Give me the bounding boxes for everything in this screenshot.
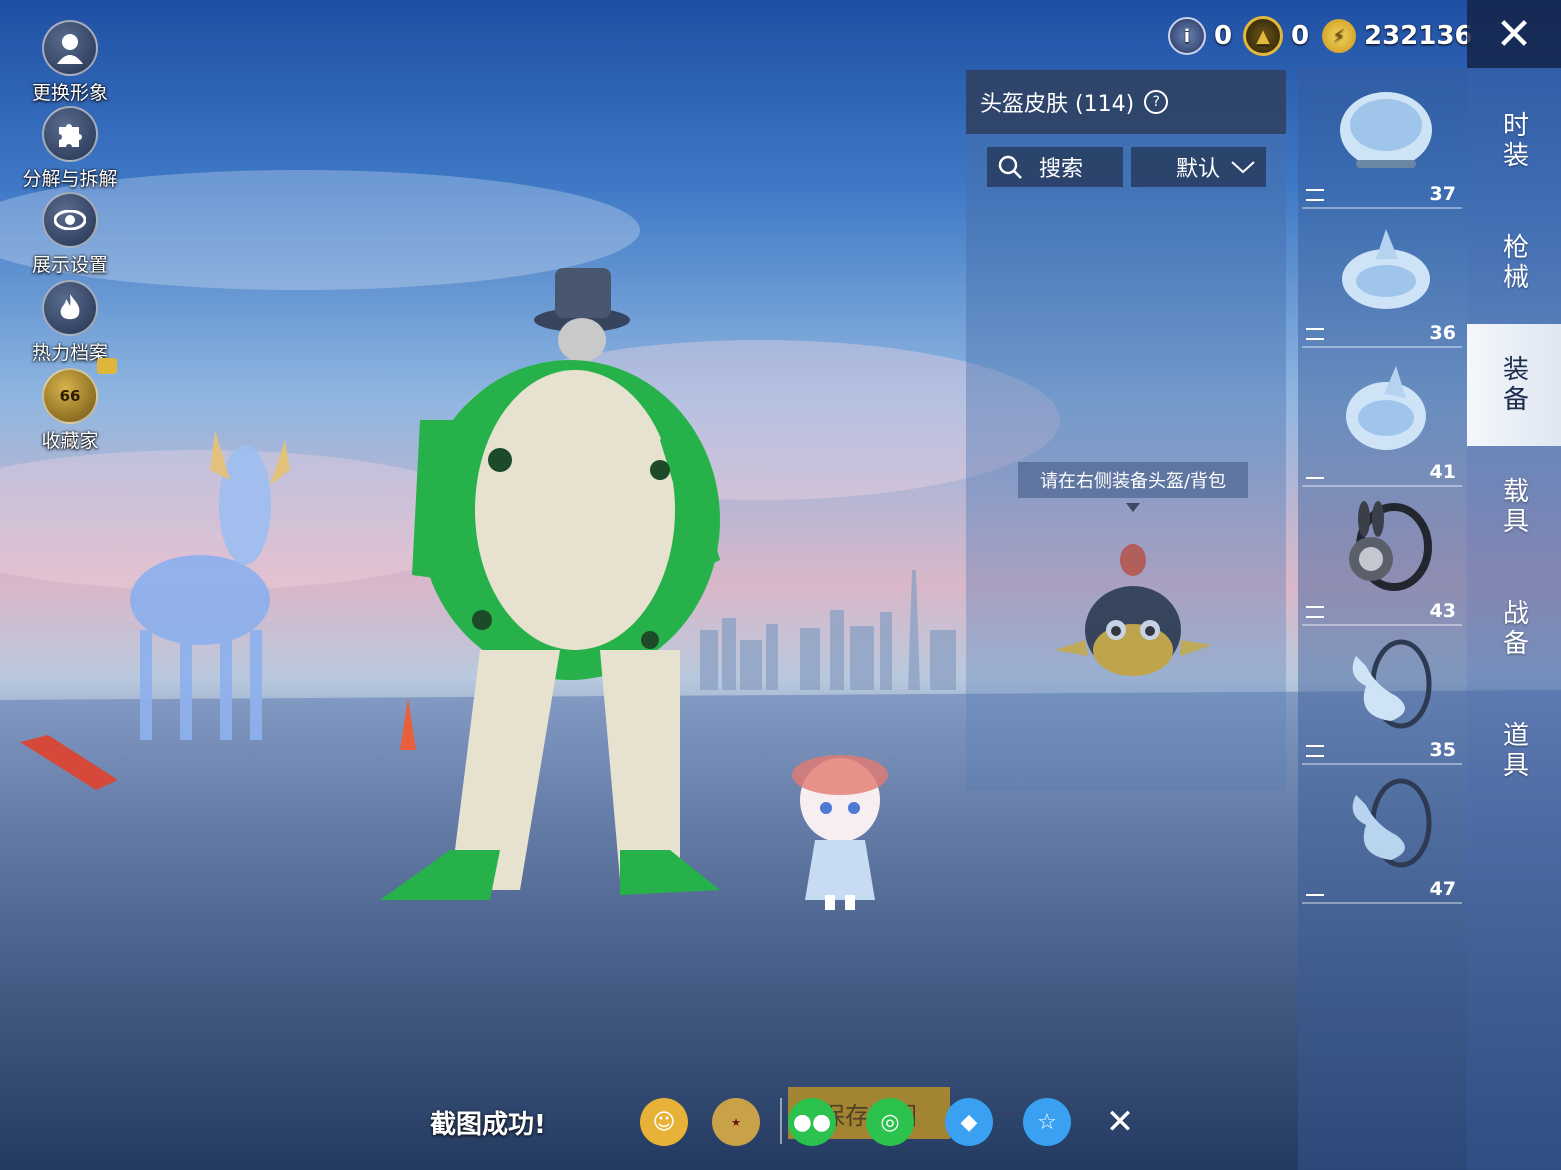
equip-hint-tooltip: 请在右侧装备头盔/背包 xyxy=(1018,462,1248,498)
close-icon: ✕ xyxy=(1495,8,1533,60)
item-count: 37 xyxy=(1429,183,1456,205)
share-qq-button[interactable]: ◆ xyxy=(945,1098,993,1146)
share-qzone-button[interactable]: ☆ xyxy=(1023,1098,1071,1146)
item-backpack-swan-1[interactable]: 35 xyxy=(1302,626,1462,765)
currency-token: ⅰ 0 xyxy=(1168,14,1232,58)
peace-elite-icon: ★ xyxy=(731,1115,741,1129)
drag-handle[interactable] xyxy=(1306,477,1324,479)
tab-fashion[interactable]: 时装 xyxy=(1467,80,1561,202)
drag-handle[interactable] xyxy=(1306,328,1324,340)
category-tabs: 时装 枪械 装备 载具 战备 道具 xyxy=(1467,68,1561,1170)
heat-archive-button[interactable]: 热力档案 xyxy=(18,280,122,365)
search-button[interactable]: 搜索 xyxy=(987,147,1123,187)
tab-label: 战备 xyxy=(1498,599,1529,659)
ice-helmet-icon xyxy=(1340,92,1432,168)
puzzle-icon xyxy=(42,106,98,162)
friends-icon: ☺ xyxy=(652,1109,676,1135)
tab-combat-gear[interactable]: 战备 xyxy=(1467,568,1561,690)
currency-uc: ⚡ 232136 xyxy=(1322,14,1473,58)
collector-label: 收藏家 xyxy=(41,430,99,452)
item-helmet-ice-3[interactable]: 41 xyxy=(1302,348,1462,487)
wechat-icon: ●● xyxy=(792,1109,832,1135)
item-helmet-ice-1[interactable]: 37 xyxy=(1302,70,1462,209)
share-friends-button[interactable]: ☺ xyxy=(640,1098,688,1146)
close-icon: ✕ xyxy=(1105,1102,1135,1142)
panel-title: 头盔皮肤 (114) xyxy=(980,92,1135,117)
item-helmet-ice-2[interactable]: 36 xyxy=(1302,209,1462,348)
tab-vehicles[interactable]: 载具 xyxy=(1467,446,1561,568)
swan-backpack-icon xyxy=(1352,639,1432,729)
collector-level: 66 xyxy=(59,387,81,405)
tab-label: 时装 xyxy=(1498,111,1529,171)
tab-weapons[interactable]: 枪械 xyxy=(1467,202,1561,324)
close-share-button[interactable]: ✕ xyxy=(1096,1098,1144,1146)
token-value: 0 xyxy=(1214,21,1233,51)
drag-handle[interactable] xyxy=(1306,189,1324,201)
close-button[interactable]: ✕ xyxy=(1467,0,1561,68)
search-icon xyxy=(998,155,1022,179)
drag-handle[interactable] xyxy=(1306,894,1324,896)
swan-backpack-icon xyxy=(1352,778,1432,868)
gift-icon[interactable] xyxy=(97,358,117,374)
change-avatar-button[interactable]: 更换形象 xyxy=(18,20,122,105)
uc-value: 232136 xyxy=(1364,21,1473,51)
search-label: 搜索 xyxy=(1039,157,1084,182)
tab-props[interactable]: 道具 xyxy=(1467,690,1561,812)
collector-button[interactable]: 66 收藏家 xyxy=(18,368,122,453)
gold-value: 0 xyxy=(1291,21,1310,51)
help-icon[interactable]: ? xyxy=(1144,90,1169,114)
qq-icon: ◆ xyxy=(960,1109,978,1135)
eye-icon xyxy=(42,192,98,248)
collector-badge-icon: 66 xyxy=(42,368,98,424)
item-backpack-swan-2[interactable]: 47 xyxy=(1302,765,1462,904)
drag-handle[interactable] xyxy=(1306,606,1324,618)
uc-icon: ⚡ xyxy=(1322,19,1356,53)
item-backpack-bunny[interactable]: 43 xyxy=(1302,487,1462,626)
item-count: 47 xyxy=(1429,878,1456,900)
sort-dropdown[interactable]: 默认 xyxy=(1131,147,1266,187)
item-count: 43 xyxy=(1429,600,1456,622)
share-divider xyxy=(780,1098,782,1144)
tab-equipment[interactable]: 装备 xyxy=(1467,324,1561,446)
token-icon: ⅰ xyxy=(1168,17,1206,55)
decompose-label: 分解与拆解 xyxy=(22,168,118,190)
sort-label: 默认 xyxy=(1175,157,1220,182)
shark-helmet-icon xyxy=(1342,229,1430,309)
tab-label: 枪械 xyxy=(1498,233,1529,293)
item-count: 41 xyxy=(1429,461,1456,483)
change-avatar-label: 更换形象 xyxy=(31,82,108,104)
panel-header: 头盔皮肤 (114) ? xyxy=(966,70,1286,134)
display-settings-button[interactable]: 展示设置 xyxy=(18,192,122,277)
gold-coin-icon: ▲ xyxy=(1243,16,1283,56)
share-peace-elite-button[interactable]: ★ xyxy=(712,1098,760,1146)
tab-label: 装备 xyxy=(1498,355,1529,415)
share-moments-button[interactable]: ◎ xyxy=(866,1098,914,1146)
tab-label: 载具 xyxy=(1498,477,1529,537)
tooltip-arrow xyxy=(1126,503,1140,512)
share-wechat-button[interactable]: ●● xyxy=(788,1098,836,1146)
item-list: 37 36 41 43 35 47 xyxy=(1298,68,1467,1170)
crystal-helmet-icon xyxy=(1346,366,1426,450)
currency-gold: ▲ 0 xyxy=(1243,14,1309,58)
qzone-icon: ☆ xyxy=(1037,1109,1057,1135)
tab-label: 道具 xyxy=(1498,721,1529,781)
moments-icon: ◎ xyxy=(880,1109,900,1135)
item-count: 35 xyxy=(1429,739,1456,761)
chevron-down-icon xyxy=(1231,161,1255,174)
flame-icon xyxy=(42,280,98,336)
avatar-icon xyxy=(42,20,98,76)
equip-hint-text: 请在右侧装备头盔/背包 xyxy=(1039,471,1227,492)
screenshot-toast: 截图成功! xyxy=(430,1110,546,1140)
decompose-button[interactable]: 分解与拆解 xyxy=(18,106,122,191)
bunny-backpack-icon xyxy=(1349,501,1432,591)
display-settings-label: 展示设置 xyxy=(31,254,108,276)
helmet-skin-panel: 头盔皮肤 (114) ? 搜索 默认 xyxy=(966,70,1286,790)
item-count: 36 xyxy=(1429,322,1456,344)
drag-handle[interactable] xyxy=(1306,745,1324,757)
